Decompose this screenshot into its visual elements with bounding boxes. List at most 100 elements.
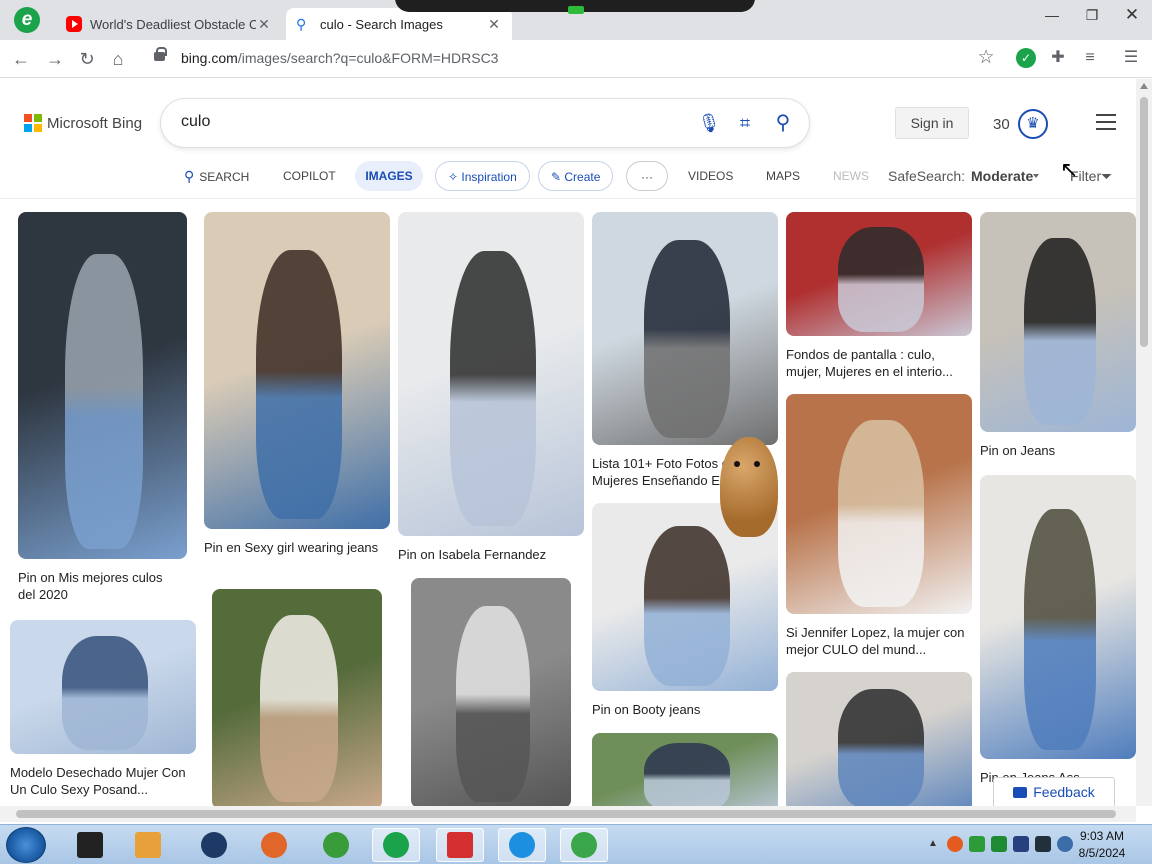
inspiration-button[interactable]: ✧ Inspiration [435,161,530,191]
more-scopes-button[interactable]: ··· [626,161,668,191]
safesearch-dropdown[interactable]: Moderate [971,161,1033,191]
taskbar-app-button[interactable] [66,828,114,862]
tab-bing-images[interactable]: ⚲ culo - Search Images ✕ [286,8,512,40]
result-thumbnail[interactable] [786,394,972,614]
tab-title: culo - Search Images [320,16,443,32]
scrollbar-thumb[interactable] [1140,97,1148,347]
minimize-button[interactable]: — [1032,2,1072,28]
browser-menu-icon[interactable]: ☰ [1121,48,1141,68]
home-button[interactable]: ⌂ [106,47,130,71]
forward-button[interactable]: → [43,47,67,71]
search-input[interactable]: culo [181,113,210,131]
tray-shield-icon[interactable] [1013,836,1029,852]
scroll-up-icon[interactable] [1140,83,1148,89]
tab-youtube[interactable]: World's Deadliest Obstacle Co ✕ [56,8,282,40]
system-clock[interactable]: 9:03 AM 8/5/2024 [1072,828,1132,862]
result-thumbnail[interactable] [212,589,382,806]
scope-images[interactable]: IMAGES [355,161,423,191]
result-caption[interactable]: Modelo Desechado Mujer Con Un Culo Sexy … [10,764,192,798]
result-thumbnail[interactable] [980,475,1136,759]
visual-search-icon[interactable]: ⌗ [733,111,757,135]
close-tab-icon[interactable]: ✕ [256,16,272,33]
taskbar-app-button[interactable] [560,828,608,862]
taskbar-app-button[interactable] [190,828,238,862]
start-button-icon[interactable] [6,827,46,863]
result-caption[interactable]: Pin on Booty jeans [592,701,774,718]
sign-in-button[interactable]: Sign in [895,107,969,139]
tray-volume-icon[interactable] [1057,836,1073,852]
result-thumbnail[interactable] [980,212,1136,432]
rewards-trophy-icon[interactable]: ♛ [1018,109,1048,139]
tray-plus-icon[interactable] [991,836,1007,852]
extensions-puzzle-icon[interactable]: ✚ [1048,48,1068,68]
microphone-icon[interactable]: 🎙 [697,111,721,135]
scope-copilot[interactable]: COPILOT [283,161,336,191]
result-thumbnail[interactable] [204,212,390,529]
rewards-points[interactable]: 30 [993,116,1010,133]
create-button[interactable]: ✎ Create [538,161,614,191]
taskbar-app-button[interactable] [250,828,298,862]
close-tab-icon[interactable]: ✕ [486,16,502,33]
result-caption[interactable]: Si Jennifer Lopez, la mujer con mejor CU… [786,624,968,658]
feedback-button[interactable]: Feedback [993,777,1115,806]
result-thumbnail[interactable] [398,212,584,536]
scope-maps[interactable]: MAPS [766,161,800,191]
horizontal-scrollbar[interactable] [0,806,1136,822]
scope-search[interactable]: ⚲ SEARCH [184,161,249,191]
extension-check-icon[interactable]: ✓ [1016,48,1036,68]
bookmark-star-icon[interactable]: ☆ [976,48,996,68]
taskbar-app-button[interactable] [312,828,360,862]
scope-videos[interactable]: VIDEOS [688,161,733,191]
clock-date: 8/5/2024 [1078,846,1126,860]
create-icon: ✎ [551,170,565,184]
thumbnail-subject [1024,509,1096,750]
result-thumbnail[interactable] [18,212,187,559]
tray-app-icon[interactable] [947,836,963,852]
browser-logo-icon[interactable]: e [14,7,40,33]
plus-app-icon [571,832,597,858]
result-thumbnail[interactable] [786,672,972,806]
vertical-scrollbar[interactable] [1136,79,1152,806]
result-caption[interactable]: Fondos de pantalla : culo, mujer, Mujere… [786,346,968,380]
hamburger-menu-icon[interactable] [1096,114,1116,130]
tray-arrow-icon[interactable]: ▲ [925,836,941,852]
scrollbar-thumb[interactable] [16,810,1116,818]
brand-name: Microsoft Bing [47,114,143,132]
skype-icon [509,832,535,858]
thumbnail-subject [838,227,924,332]
search-submit-icon[interactable]: ⚲ [771,111,795,135]
url-field[interactable]: bing.com/images/search?q=culo&FORM=HDRSC… [181,50,498,66]
taskbar-app-button[interactable] [498,828,546,862]
result-thumbnail[interactable] [592,212,778,445]
bing-logo[interactable]: Microsoft Bing [24,114,142,132]
result-caption[interactable]: Pin en Sexy girl wearing jeans [204,539,386,556]
chevron-down-icon[interactable] [1033,174,1039,178]
restore-button[interactable]: ❐ [1072,2,1112,28]
scope-news[interactable]: NEWS [833,161,869,191]
filter-funnel-icon[interactable]: ⏷ [1101,168,1117,184]
thumbnail-subject [260,615,338,802]
result-thumbnail[interactable] [786,212,972,336]
result-caption[interactable]: Pin on Jeans [980,442,1132,459]
reload-button[interactable]: ↻ [75,47,99,71]
url-path: /images/search?q=culo&FORM=HDRSC3 [237,50,499,66]
wps-icon [447,832,473,858]
taskbar-app-button[interactable] [436,828,484,862]
back-button[interactable]: ← [9,47,33,71]
lock-icon[interactable] [154,47,167,61]
search-box[interactable]: culo 🎙 ⌗ ⚲ [161,99,809,147]
taskbar-app-button[interactable] [124,828,172,862]
tray-app-icon[interactable] [969,836,985,852]
result-thumbnail[interactable] [10,620,196,754]
taskbar-app-button[interactable] [372,828,420,862]
media-control-icon[interactable]: ≡ [1080,48,1100,68]
result-thumbnail[interactable] [592,733,778,806]
close-window-button[interactable]: ✕ [1112,2,1152,28]
result-caption[interactable]: Pin on Mis mejores culos del 2020 [18,569,183,603]
tray-network-icon[interactable] [1035,836,1051,852]
thumbnail-subject [644,526,730,686]
result-thumbnail[interactable] [411,578,571,806]
result-caption[interactable]: Pin on Isabela Fernandez [398,546,580,563]
browser-tab-strip: e World's Deadliest Obstacle Co ✕ ⚲ culo… [0,0,1152,40]
safesearch-label: SafeSearch: [888,168,966,184]
